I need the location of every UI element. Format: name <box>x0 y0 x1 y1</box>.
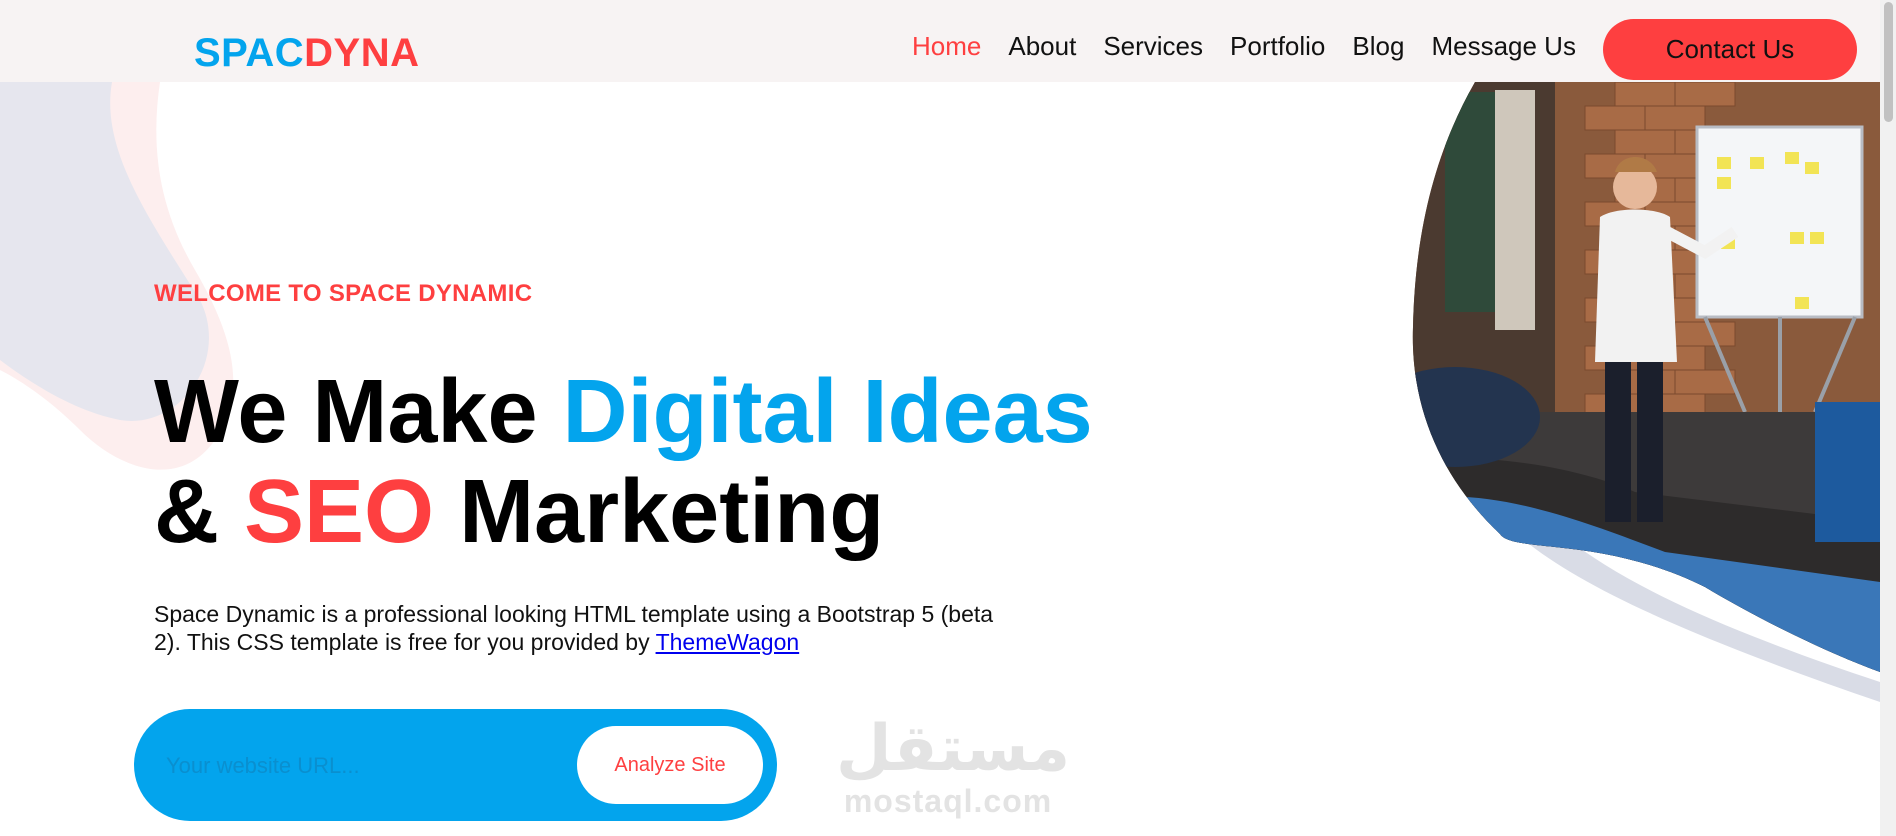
hero-headline: We Make Digital Ideas & SEO Marketing <box>154 362 1254 562</box>
site-logo[interactable]: SPACDYNA <box>194 30 420 76</box>
analyze-site-button[interactable]: Analyze Site <box>577 726 763 804</box>
team-meeting-photo <box>1412 82 1880 702</box>
mostaql-watermark: مستقل mostaql.com <box>836 712 1071 819</box>
watermark-arabic: مستقل <box>836 712 1071 786</box>
url-search-form: Analyze Site <box>134 709 777 821</box>
watermark-latin: mostaql.com <box>843 783 1053 819</box>
navbar: SPACDYNA Home About Services Portfolio B… <box>0 0 1880 82</box>
nav-link-portfolio[interactable]: Portfolio <box>1230 27 1325 65</box>
website-url-input[interactable] <box>164 745 568 787</box>
headline-seo: SEO <box>244 462 435 562</box>
nav-link-about[interactable]: About <box>1008 27 1076 65</box>
headline-marketing: Marketing <box>434 462 885 562</box>
nav-link-services[interactable]: Services <box>1103 27 1203 65</box>
page-scrollbar[interactable] <box>1880 0 1896 836</box>
themewagon-link[interactable]: ThemeWagon <box>656 629 800 655</box>
scrollbar-thumb[interactable] <box>1884 2 1893 122</box>
nav-link-home[interactable]: Home <box>912 27 981 65</box>
nav-links: Home About Services Portfolio Blog Messa… <box>912 27 1603 65</box>
nav-link-message-us[interactable]: Message Us <box>1431 27 1576 65</box>
headline-digital-ideas: Digital Ideas <box>562 362 1093 462</box>
headline-ampersand: & <box>154 462 244 562</box>
headline-we-make: We Make <box>154 362 563 462</box>
nav-link-blog[interactable]: Blog <box>1352 27 1404 65</box>
hero-description: Space Dynamic is a professional looking … <box>154 600 994 656</box>
contact-us-button[interactable]: Contact Us <box>1603 19 1857 80</box>
hero-eyebrow: WELCOME TO SPACE DYNAMIC <box>154 280 533 307</box>
description-text: Space Dynamic is a professional looking … <box>154 601 994 655</box>
logo-part-dyna: DYNA <box>304 31 420 75</box>
logo-part-spac: SPAC <box>194 31 305 75</box>
